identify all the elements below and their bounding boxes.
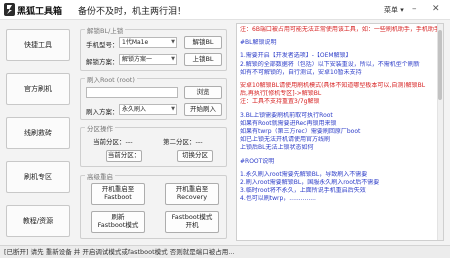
reboot-fastboot-label: 开机重启至 Fastboot xyxy=(101,185,135,201)
flash-root-group: 刷入Root (root) 浏览 刷入方案： 永久刷入 ▼ 开始刷入 xyxy=(80,74,227,120)
unlock-bl-group-title: 解锁BL/上锁 xyxy=(85,25,126,35)
phone-model-label: 手机型号： xyxy=(86,41,119,49)
sidebar-item-tutorials[interactable]: 教程/资源 xyxy=(6,205,70,237)
help-scrollbar-thumb[interactable] xyxy=(438,30,442,100)
flash-root-group-title: 刷入Root (root) xyxy=(85,74,137,84)
close-icon: ✕ xyxy=(432,4,440,14)
status-bar: [已断开] 请先 重新设备 并 开启调试模式或fastboot模式 否则就是端口… xyxy=(0,245,450,258)
unlock-bl-button[interactable]: 解锁BL xyxy=(184,36,222,49)
help-scrollbar[interactable] xyxy=(437,24,443,240)
lock-bl-button-label: 上锁BL xyxy=(192,54,214,63)
unlock-bl-button-label: 解锁BL xyxy=(192,37,214,46)
unlock-method-label: 解锁方案： xyxy=(86,58,119,66)
flash-method-select[interactable]: 永久刷入 ▼ xyxy=(119,104,177,115)
help-line: 1.永久刷入root需要先解锁BL，导致刷入不需要 xyxy=(240,170,368,178)
reboot-recovery-button[interactable]: 开机重启至 Recovery xyxy=(165,183,219,205)
browse-button[interactable]: 浏览 xyxy=(184,86,222,99)
help-line: 1.需要开启【开发者选项】-【OEM解锁】 xyxy=(240,52,352,60)
refresh-fastboot-button[interactable]: 刷新 Fastboot模式 xyxy=(91,211,145,233)
reboot-recovery-label: 开机重启至 Recovery xyxy=(175,185,209,201)
phone-model-select[interactable]: 1代Ma1e ▼ xyxy=(119,37,177,48)
help-line: 3.临时root将不永久，上面所说手机重启后失效 xyxy=(240,187,366,195)
advanced-reboot-group-title: 高级重启 xyxy=(85,171,115,181)
help-line: 后,再执行[修机专区]->解锁BL xyxy=(240,90,322,98)
browse-button-label: 浏览 xyxy=(196,87,210,96)
help-line: 注：工具不支持重置3/7g解锁 xyxy=(240,98,320,106)
help-line: 2.解锁的全部数据将（包括）以下安装重设，所以，不需机型个刷新 xyxy=(240,60,420,68)
current-partition-value: --- xyxy=(125,138,133,146)
current-partition-button-label: 当前分区： xyxy=(107,151,141,160)
help-line: 2.刷入root需要解锁BL，国服永久刷入root后不需要 xyxy=(240,179,380,187)
control-panel: 解锁BL/上锁 手机型号： 1代Ma1e ▼ 解锁BL 解锁方案： 解锁方案一 … xyxy=(80,23,228,241)
second-partition-value: --- xyxy=(195,138,203,146)
app-slogan: 备份不及时，机主两行泪！ xyxy=(78,7,187,17)
help-line: 如有不可解锁的，自行测试，安卓10暂未支持 xyxy=(240,68,362,76)
unlock-method-select[interactable]: 解锁方案一 ▼ xyxy=(119,54,177,65)
fastboot-boot-button[interactable]: Fastboot模式 开机 xyxy=(165,211,219,233)
close-button[interactable]: ✕ xyxy=(432,3,440,15)
fastboot-boot-label: Fastboot模式 开机 xyxy=(171,213,213,229)
help-line: 4.也可以刷twrp，.............. xyxy=(240,195,316,203)
flash-method-label: 刷入方案： xyxy=(86,108,119,116)
sidebar-item-label: 快捷工具 xyxy=(24,41,52,49)
sidebar-item-flash-zone[interactable]: 刷机专区 xyxy=(6,161,70,193)
minimize-icon: – xyxy=(412,4,417,14)
help-line: 安卓10解锁BL请使用刷机模式(具体不知道哪型板本可以,自测)解锁BL xyxy=(240,82,426,90)
flash-method-value: 永久刷入 xyxy=(122,106,147,113)
help-line: 3.BL上锁需要刷机前取可执行Root xyxy=(240,111,333,119)
help-line: 如果有Root就需要进Rec再锁用来锁 xyxy=(240,119,337,127)
advanced-reboot-group: 高级重启 开机重启至 Fastboot 开机重启至 Recovery 刷新 Fa… xyxy=(80,171,227,239)
partition-group: 分区操作 当前分区：--- 第二分区：--- 当前分区： 切换分区 xyxy=(80,123,227,167)
help-line: 注：6B端口被占用可能无法正常使用该工具，如：一些刷机助手，手机助手之类 xyxy=(240,26,440,33)
current-partition-label: 当前分区：--- xyxy=(93,136,133,146)
phone-model-value: 1代Ma1e xyxy=(122,39,149,46)
start-flash-button[interactable]: 开始刷入 xyxy=(184,103,222,116)
help-line: #ROOT说明 xyxy=(240,157,275,165)
app-logo-icon xyxy=(4,3,15,16)
chevron-down-icon: ▼ xyxy=(171,106,175,112)
status-text: [已断开] 请先 重新设备 并 开启调试模式或fastboot模式 否则就是端口… xyxy=(4,248,235,256)
menu-button[interactable]: 菜单 ▾ xyxy=(384,5,404,15)
unlock-method-value: 解锁方案一 xyxy=(122,56,153,63)
refresh-fastboot-label: 刷新 Fastboot模式 xyxy=(97,213,139,229)
help-text-content: 注：6B端口被占用可能无法正常使用该工具，如：一些刷机助手，手机助手之类 #BL解… xyxy=(237,24,443,206)
unlock-bl-group: 解锁BL/上锁 手机型号： 1代Ma1e ▼ 解锁BL 解锁方案： 解锁方案一 … xyxy=(80,25,227,71)
partition-group-title: 分区操作 xyxy=(85,123,115,133)
sidebar-item-label: 教程/资源 xyxy=(22,217,54,225)
switch-partition-button-label: 切换分区 xyxy=(182,151,208,160)
minimize-button[interactable]: – xyxy=(412,3,417,15)
sidebar-item-label: 刷机专区 xyxy=(24,173,52,181)
root-file-input[interactable] xyxy=(86,87,178,98)
help-line: 上锁后BL无法上锁状态如何 xyxy=(240,144,314,152)
menu-label: 菜单 xyxy=(384,6,398,14)
app-title: 黑狐工具箱 xyxy=(17,7,63,17)
help-line: 如果有twrp（第三方rec）需要刷回原厂boot xyxy=(240,128,361,136)
sidebar-item-label: 线刷救砖 xyxy=(24,129,52,137)
sidebar-item-label: 官方刷机 xyxy=(24,85,52,93)
second-partition-label-text: 第二分区： xyxy=(163,138,196,146)
sidebar-item-quick-tools[interactable]: 快捷工具 xyxy=(6,29,70,61)
lock-bl-button[interactable]: 上锁BL xyxy=(184,53,222,66)
sidebar: 快捷工具 官方刷机 线刷救砖 刷机专区 教程/资源 xyxy=(0,21,76,243)
current-partition-label-text: 当前分区： xyxy=(93,138,126,146)
switch-partition-button[interactable]: 切换分区 xyxy=(177,150,213,162)
chevron-down-icon: ▼ xyxy=(171,39,175,45)
reboot-fastboot-button[interactable]: 开机重启至 Fastboot xyxy=(91,183,145,205)
sidebar-item-official-flash[interactable]: 官方刷机 xyxy=(6,73,70,105)
current-partition-button[interactable]: 当前分区： xyxy=(106,150,142,162)
second-partition-label: 第二分区：--- xyxy=(163,136,203,146)
start-flash-button-label: 开始刷入 xyxy=(190,104,216,113)
title-bar: 黑狐工具箱 备份不及时，机主两行泪！ 菜单 ▾ – ✕ xyxy=(0,0,450,20)
chevron-down-icon: ▼ xyxy=(171,56,175,62)
sidebar-item-line-flash-rescue[interactable]: 线刷救砖 xyxy=(6,117,70,149)
chevron-down-icon: ▾ xyxy=(400,6,404,14)
help-line: #BL解锁说明 xyxy=(240,39,277,47)
help-line: 如已上锁无法开机请使用官方线刷 xyxy=(240,136,331,144)
help-text-panel[interactable]: 注：6B端口被占用可能无法正常使用该工具，如：一些刷机助手，手机助手之类 #BL解… xyxy=(236,23,444,241)
